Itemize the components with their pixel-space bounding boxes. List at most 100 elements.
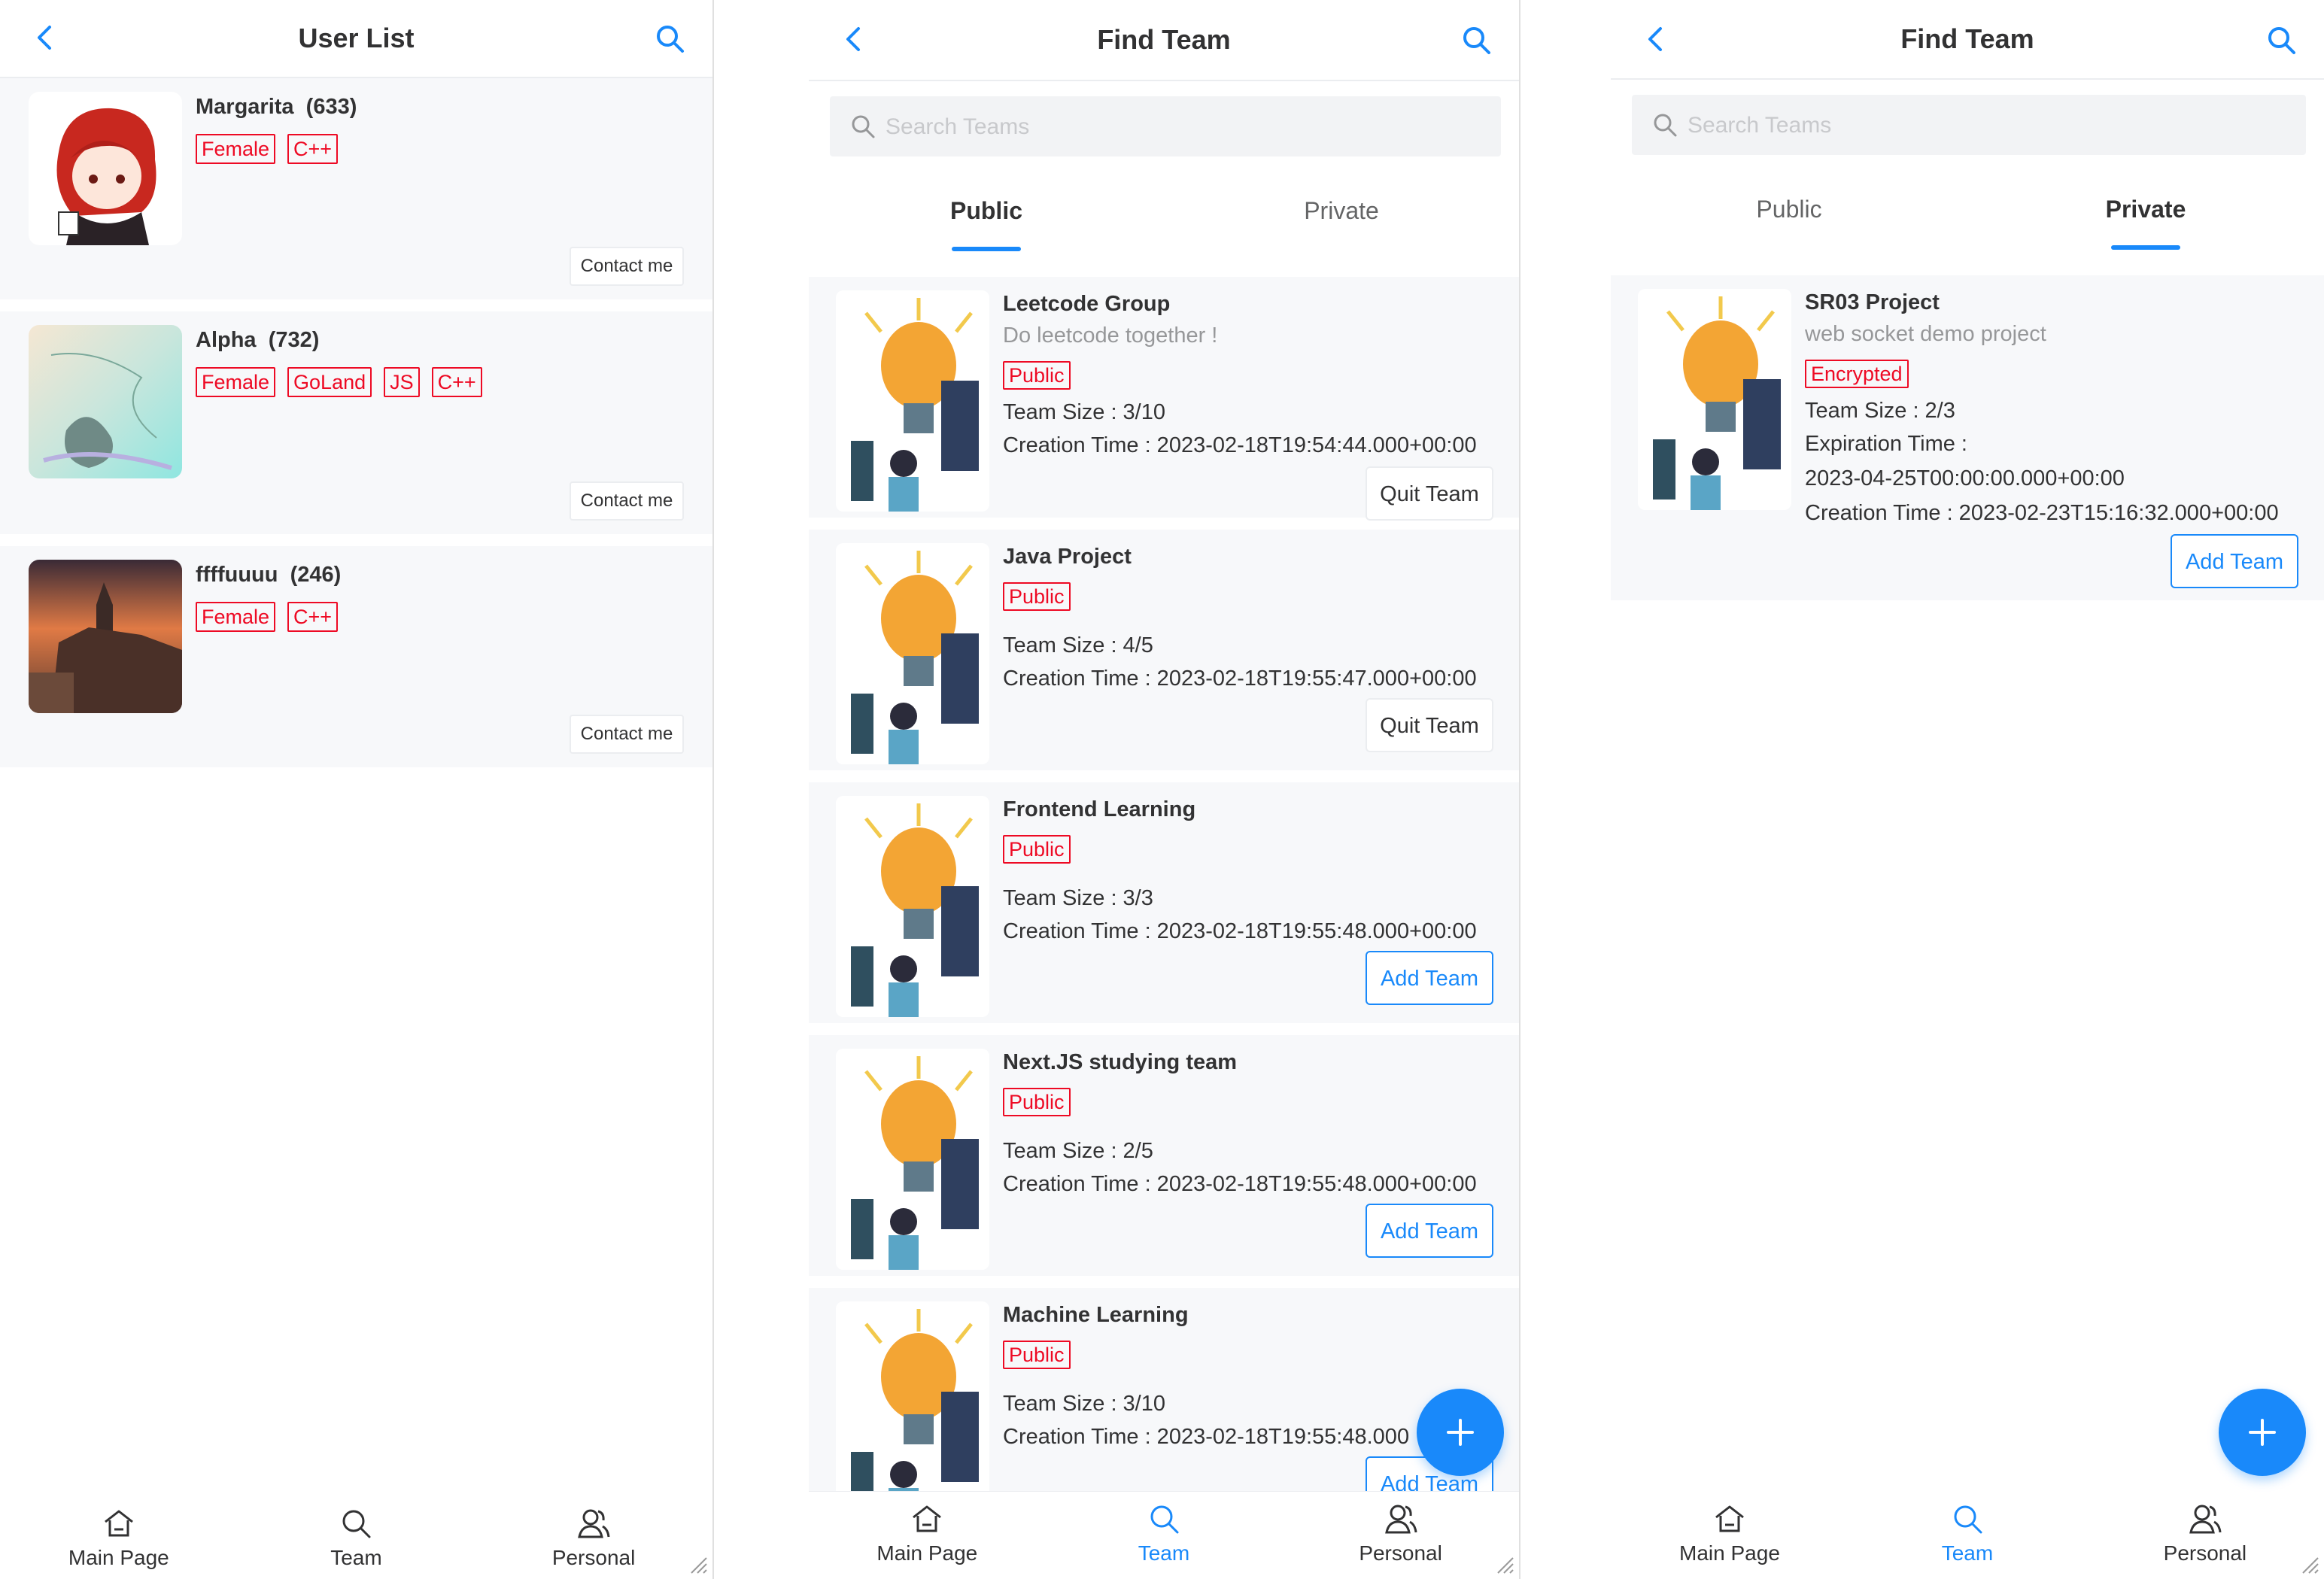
tag-label: C++ [287, 134, 339, 164]
team-status-tag: Encrypted [1805, 360, 1909, 388]
search-bar [830, 96, 1501, 156]
team-size: Team Size : 3/10 [1003, 400, 1165, 424]
tab-main-page[interactable]: Main Page [0, 1496, 238, 1579]
create-team-fab[interactable] [2219, 1389, 2306, 1476]
tab-team[interactable]: Team [238, 1496, 475, 1579]
resize-handle-icon[interactable] [2298, 1553, 2319, 1574]
user-tags: Female C++ [196, 134, 350, 164]
team-card[interactable]: Next.JS studying team Public Team Size :… [809, 1035, 1519, 1276]
team-name: SR03 Project [1805, 290, 1940, 314]
team-creation-time: Creation Time : 2023-02-18T19:55:48.000+… [1003, 1172, 1477, 1196]
contact-me-button[interactable]: Contact me [570, 247, 684, 286]
tab-label: Team [1138, 1541, 1190, 1565]
team-cover-image [836, 1049, 989, 1270]
resize-handle-icon[interactable] [687, 1553, 708, 1574]
tab-label: Team [330, 1546, 382, 1569]
team-name: Java Project [1003, 545, 1132, 569]
team-cover-image [836, 1301, 989, 1491]
divider [1519, 0, 1520, 1579]
tab-main-page[interactable]: Main Page [1611, 1492, 1849, 1574]
add-team-button[interactable]: Add Team [1366, 951, 1493, 1005]
bottom-tabbar: Main Page Team Personal [1611, 1492, 2324, 1579]
team-name: Next.JS studying team [1003, 1050, 1238, 1074]
tab-label: Main Page [68, 1546, 169, 1569]
tab-personal[interactable]: Personal [1282, 1492, 1519, 1574]
add-team-button[interactable]: Add Team [1366, 1204, 1493, 1258]
search-icon[interactable] [654, 23, 685, 54]
team-status-tag: Public [1003, 361, 1071, 390]
tag-label: Female [196, 602, 276, 632]
personal-icon [2189, 1505, 2222, 1534]
team-status-tag: Public [1003, 835, 1071, 864]
active-tab-indicator [952, 247, 1021, 251]
contact-me-button[interactable]: Contact me [570, 481, 684, 521]
team-card[interactable]: Machine Learning Public Team Size : 3/10… [809, 1288, 1519, 1491]
team-name: Frontend Learning [1003, 797, 1196, 821]
search-icon [342, 1510, 371, 1538]
team-card[interactable]: Java Project Public Team Size : 4/5 Crea… [809, 530, 1519, 770]
team-expiration-label: Expiration Time : [1805, 432, 1967, 456]
tab-label: Team [1941, 1541, 1994, 1565]
user-list-screen: User List Margarita (633) Female C++ Cont… [0, 0, 712, 1579]
team-cover-image [836, 290, 989, 512]
navbar: Find Team [809, 0, 1519, 81]
search-icon [1954, 1505, 1982, 1534]
tab-team[interactable]: Team [1849, 1492, 2086, 1574]
user-avatar [29, 560, 182, 713]
home-icon [913, 1505, 942, 1532]
search-input[interactable] [1686, 105, 2140, 146]
tab-label: Main Page [1679, 1541, 1780, 1565]
bottom-tabbar: Main Page Team Personal [809, 1491, 1519, 1579]
create-team-fab[interactable] [1417, 1389, 1504, 1476]
tab-label: Main Page [876, 1541, 978, 1565]
user-card[interactable]: Margarita (633) Female C++ Contact me [0, 78, 712, 299]
page-title: User List [298, 23, 415, 53]
user-card[interactable]: Alpha (732) Female GoLand JS C++ Contact me [0, 311, 712, 534]
tab-team[interactable]: Team [1046, 1492, 1283, 1574]
quit-team-button[interactable]: Quit Team [1366, 466, 1493, 521]
tab-public[interactable]: Public [1611, 172, 1967, 254]
quit-team-button[interactable]: Quit Team [1366, 698, 1493, 752]
tab-label: Personal [2163, 1541, 2247, 1565]
tag-label: C++ [287, 602, 339, 632]
tab-personal[interactable]: Personal [2086, 1492, 2324, 1574]
active-tab-indicator [2111, 245, 2180, 250]
resize-handle-icon[interactable] [1493, 1553, 1514, 1574]
tag-label: JS [384, 367, 420, 397]
user-name-line: Margarita (633) [196, 95, 357, 119]
team-size: Team Size : 4/5 [1003, 633, 1153, 657]
user-tags: Female GoLand JS C++ [196, 367, 494, 397]
team-cover-image [836, 796, 989, 1017]
bottom-tabbar: Main Page Team Personal [0, 1496, 712, 1579]
contact-me-button[interactable]: Contact me [570, 715, 684, 754]
tab-private[interactable]: Private [1164, 173, 1519, 256]
tag-label: Female [196, 134, 276, 164]
team-creation-time: Creation Time : 2023-02-18T19:55:48.000 [1003, 1425, 1410, 1449]
team-status-tag: Public [1003, 582, 1071, 611]
tag-label: C++ [431, 367, 482, 397]
search-input[interactable] [884, 107, 1338, 147]
user-name-line: ffffuuuu (246) [196, 563, 342, 587]
tab-personal[interactable]: Personal [475, 1496, 712, 1579]
tab-main-page[interactable]: Main Page [809, 1492, 1046, 1574]
user-avatar [29, 92, 182, 245]
team-card[interactable]: Leetcode Group Do leetcode together ! Pu… [809, 277, 1519, 521]
team-cover-image [1638, 289, 1791, 510]
divider [712, 0, 714, 1579]
page-title: Find Team [1097, 24, 1231, 55]
team-creation-time: Creation Time : 2023-02-18T19:55:47.000+… [1003, 667, 1477, 691]
team-size: Team Size : 3/3 [1003, 886, 1153, 910]
search-icon[interactable] [1460, 24, 1492, 56]
team-card[interactable]: SR03 Project web socket demo project Enc… [1611, 275, 2324, 600]
tab-private[interactable]: Private [1967, 172, 2324, 254]
team-creation-time: Creation Time : 2023-02-18T19:54:44.000+… [1003, 433, 1477, 457]
team-description: web socket demo project [1805, 322, 2046, 346]
personal-icon [1384, 1505, 1417, 1534]
tab-public[interactable]: Public [809, 173, 1164, 256]
tabs: Public Private [1611, 172, 2324, 254]
user-card[interactable]: ffffuuuu (246) Female C++ Contact me [0, 546, 712, 767]
personal-icon [578, 1509, 610, 1538]
add-team-button[interactable]: Add Team [2171, 534, 2298, 588]
search-icon[interactable] [2265, 24, 2297, 56]
team-card[interactable]: Frontend Learning Public Team Size : 3/3… [809, 782, 1519, 1023]
